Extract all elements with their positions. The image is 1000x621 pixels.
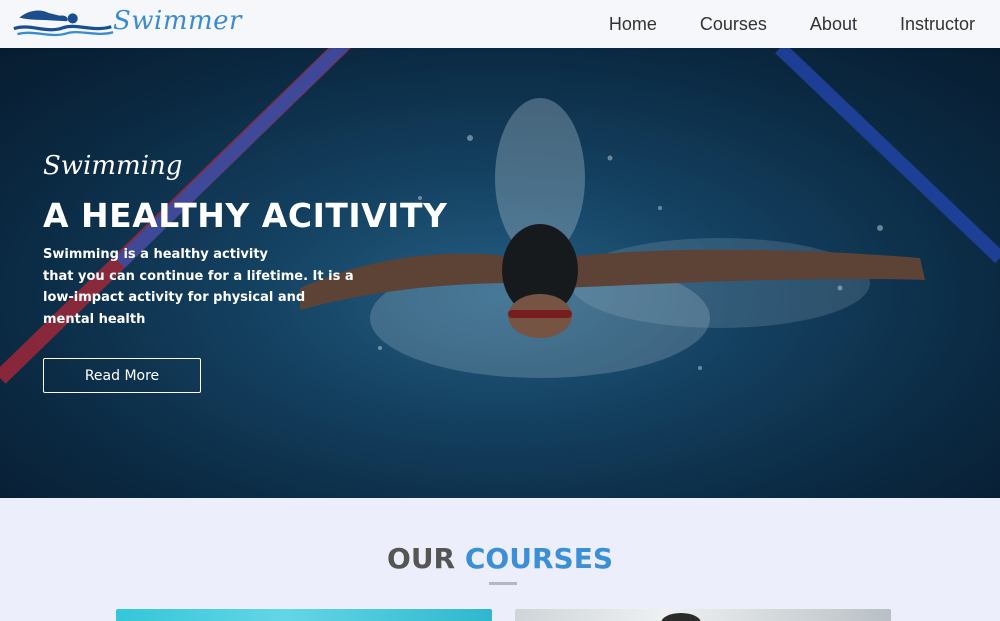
- main-nav: Home Courses About Instructor: [566, 0, 975, 48]
- course-card-image[interactable]: [116, 609, 492, 621]
- top-navbar: Swimmer Home Courses About Instructor: [0, 0, 1000, 48]
- nav-courses[interactable]: Courses: [700, 14, 767, 35]
- hero-subtitle: Swimming: [43, 151, 183, 181]
- hero-text-line: that you can continue for a lifetime. It…: [43, 268, 354, 284]
- brand-name: Swimmer: [112, 6, 242, 36]
- courses-heading-part1: OUR: [387, 542, 456, 575]
- hero-text-line: low-impact activity for physical and: [43, 290, 306, 305]
- course-card-image[interactable]: [515, 609, 891, 621]
- hero-text-line: Swimming is a healthy activity: [43, 247, 269, 262]
- hero-description: Swimming is a healthy activity that you …: [43, 244, 354, 330]
- nav-instructor[interactable]: Instructor: [900, 14, 975, 35]
- hero-title: A HEALTHY ACITIVITY: [43, 196, 448, 235]
- courses-heading-part2: COURSES: [464, 542, 613, 575]
- courses-heading: OUR COURSES: [0, 542, 1000, 575]
- hero-banner: Swimming A HEALTHY ACITIVITY Swimming is…: [0, 48, 1000, 498]
- swimmer-logo-icon: [13, 10, 114, 37]
- nav-home[interactable]: Home: [609, 14, 657, 35]
- nav-about[interactable]: About: [810, 14, 857, 35]
- read-more-button[interactable]: Read More: [43, 358, 201, 393]
- heading-underline: [489, 582, 517, 585]
- courses-section: OUR COURSES: [0, 498, 1000, 621]
- brand-logo[interactable]: Swimmer: [12, 3, 242, 45]
- hero-text-line: mental health: [43, 311, 146, 327]
